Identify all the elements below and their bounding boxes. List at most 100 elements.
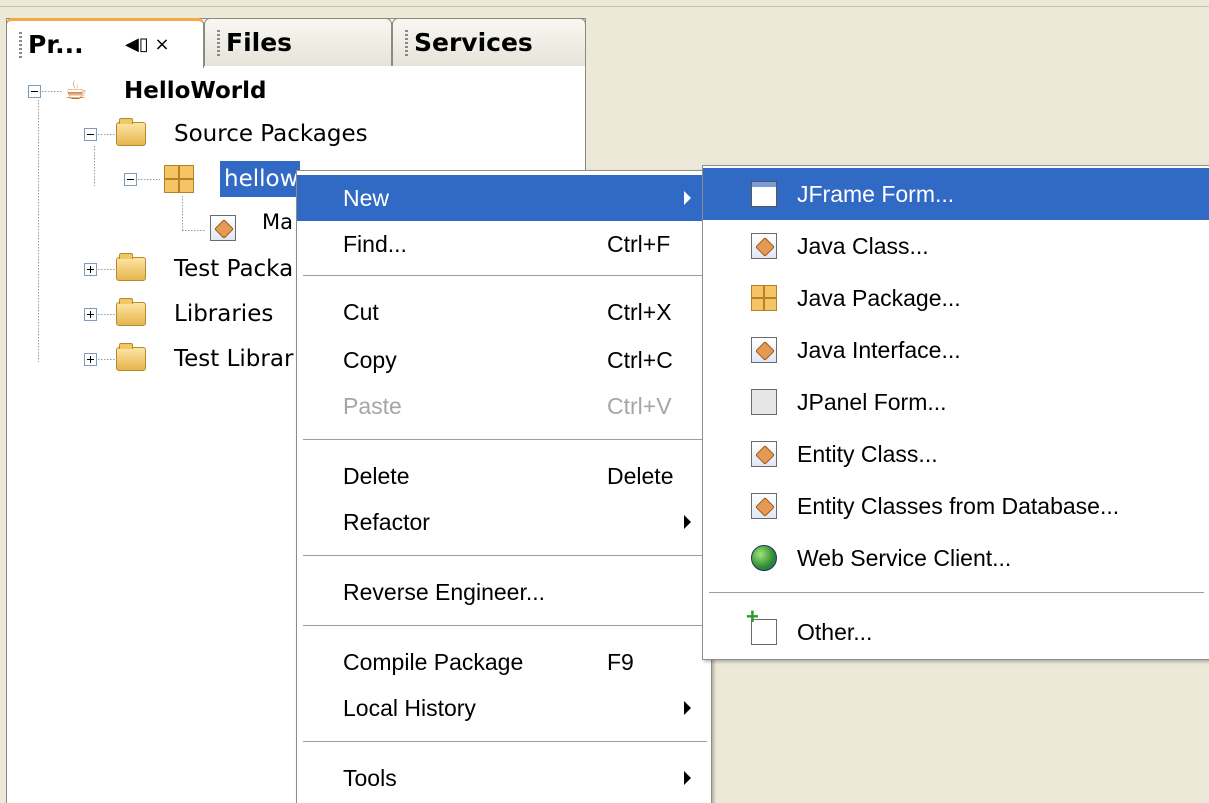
menu-item-local-history[interactable]: Local History (297, 685, 711, 731)
submenu-item-entity-class[interactable]: Entity Class... (703, 428, 1209, 480)
menu-item-label: Find... (343, 231, 407, 257)
tab-files-label: Files (226, 28, 293, 57)
tree-guide (182, 196, 183, 230)
library-folder-icon (116, 343, 146, 371)
library-folder-icon (116, 298, 146, 326)
menu-item-copy[interactable]: Copy Ctrl+C (297, 337, 711, 383)
entity-class-icon (751, 493, 777, 519)
tree-guide (38, 100, 39, 362)
menu-separator (303, 741, 707, 743)
panel-tab-bar: Pr... ◀▯ × Files Services (6, 18, 586, 68)
tree-node-test-libraries[interactable]: Test Librar (84, 339, 296, 379)
menu-item-label: Reverse Engineer... (343, 579, 546, 605)
menu-item-shortcut: Delete (607, 463, 674, 489)
submenu-item-other[interactable]: Other... (703, 606, 1209, 658)
submenu-item-entity-classes-db[interactable]: Entity Classes from Database... (703, 480, 1209, 532)
menu-item-label: Compile Package (343, 649, 524, 675)
tree-guide (182, 230, 206, 231)
package-icon (751, 285, 777, 311)
menu-item-new[interactable]: New (297, 175, 711, 221)
menu-item-reverse-engineer[interactable]: Reverse Engineer... (297, 569, 711, 615)
main-class-label: Ma (262, 210, 293, 234)
project-label: HelloWorld (124, 78, 267, 104)
submenu-item-label: Other... (797, 619, 873, 645)
submenu-item-jpanel-form[interactable]: JPanel Form... (703, 376, 1209, 428)
new-submenu: JFrame Form... Java Class... Java Packag… (702, 165, 1209, 660)
submenu-item-java-package[interactable]: Java Package... (703, 272, 1209, 324)
drag-grip-icon[interactable] (405, 30, 408, 58)
menu-item-compile-package[interactable]: Compile Package F9 (297, 639, 711, 685)
submenu-item-jframe-form[interactable]: JFrame Form... (703, 168, 1209, 220)
menu-item-label: New (343, 185, 390, 211)
submenu-item-label: Entity Classes from Database... (797, 493, 1120, 519)
tree-node-main-class[interactable]: Ma (206, 206, 296, 246)
submenu-arrow-icon (684, 771, 691, 785)
menu-item-refactor[interactable]: Refactor (297, 499, 711, 545)
tree-node-package[interactable]: hellow (124, 159, 304, 199)
test-folder-icon (116, 253, 146, 281)
test-libraries-label: Test Librar (174, 346, 294, 372)
expand-icon[interactable] (84, 308, 97, 321)
menu-item-cut[interactable]: Cut Ctrl+X (297, 289, 711, 335)
menu-item-find[interactable]: Find... Ctrl+F (297, 221, 711, 267)
source-packages-label: Source Packages (174, 121, 368, 147)
menu-item-shortcut: Ctrl+V (607, 393, 672, 419)
expand-icon[interactable] (84, 263, 97, 276)
coffee-cup-icon: ☕ (64, 76, 88, 106)
tab-projects[interactable]: Pr... ◀▯ × (6, 18, 204, 68)
submenu-arrow-icon (684, 191, 691, 205)
menu-separator (709, 592, 1204, 594)
tab-services-label: Services (414, 28, 533, 57)
collapse-icon[interactable] (28, 85, 41, 98)
submenu-item-label: JPanel Form... (797, 389, 947, 415)
menu-item-label: Cut (343, 299, 379, 325)
menu-item-label: Local History (343, 695, 476, 721)
tree-guide (138, 179, 160, 180)
submenu-item-label: Web Service Client... (797, 545, 1012, 571)
jframe-icon (751, 181, 777, 207)
tree-node-source-packages[interactable]: Source Packages (84, 114, 404, 154)
context-menu: New Find... Ctrl+F Cut Ctrl+X Copy Ctrl+… (296, 170, 712, 803)
menu-item-label: Refactor (343, 509, 430, 535)
tree-node-test-packages[interactable]: Test Packa (84, 249, 296, 289)
libraries-label: Libraries (174, 301, 274, 327)
package-icon (164, 165, 194, 193)
tree-node-project[interactable]: ☕ HelloWorld (28, 71, 328, 111)
menu-separator (303, 625, 707, 627)
source-folder-icon (116, 118, 146, 146)
submenu-item-java-class[interactable]: Java Class... (703, 220, 1209, 272)
tab-controls[interactable]: ◀▯ × (125, 21, 170, 69)
test-packages-label: Test Packa (174, 256, 294, 282)
tree-node-libraries[interactable]: Libraries (84, 294, 296, 334)
package-label: hellow (220, 161, 300, 197)
menu-item-tools[interactable]: Tools (297, 755, 711, 801)
collapse-icon[interactable] (84, 128, 97, 141)
tree-guide (98, 314, 116, 315)
collapse-icon[interactable] (124, 173, 137, 186)
submenu-item-java-interface[interactable]: Java Interface... (703, 324, 1209, 376)
drag-grip-icon[interactable] (217, 30, 220, 58)
menu-item-label: Copy (343, 347, 397, 373)
menu-item-label: Tools (343, 765, 397, 791)
tree-guide (98, 359, 116, 360)
window-top-border (0, 0, 1209, 7)
menu-item-paste[interactable]: Paste Ctrl+V (297, 383, 711, 429)
menu-item-label: Paste (343, 393, 402, 419)
menu-item-delete[interactable]: Delete Delete (297, 453, 711, 499)
menu-separator (303, 439, 707, 441)
tab-files[interactable]: Files (204, 18, 392, 66)
menu-item-label: Delete (343, 463, 410, 489)
submenu-item-label: Java Interface... (797, 337, 961, 363)
submenu-item-web-service-client[interactable]: Web Service Client... (703, 532, 1209, 584)
menu-item-shortcut: F9 (607, 649, 634, 675)
java-class-icon (210, 215, 236, 241)
drag-grip-icon[interactable] (19, 32, 22, 60)
expand-icon[interactable] (84, 353, 97, 366)
new-file-icon (746, 606, 777, 645)
jpanel-icon (751, 389, 777, 415)
submenu-item-label: Entity Class... (797, 441, 938, 467)
globe-icon (751, 545, 777, 571)
submenu-item-label: JFrame Form... (797, 181, 955, 207)
tab-services[interactable]: Services (392, 18, 586, 66)
menu-item-shortcut: Ctrl+C (607, 347, 673, 373)
